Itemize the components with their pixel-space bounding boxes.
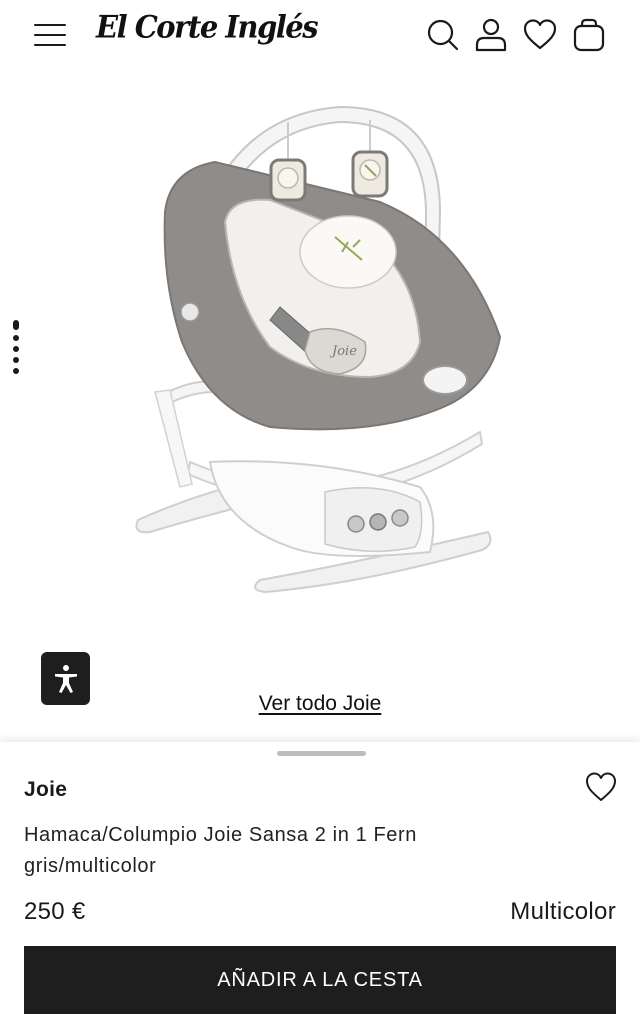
add-to-cart-button[interactable]: AÑADIR A LA CESTA bbox=[24, 946, 616, 1014]
product-price: 250 € bbox=[24, 898, 86, 925]
heart-icon[interactable] bbox=[522, 17, 558, 53]
product-title: Hamaca/Columpio Joie Sansa 2 in 1 Fern g… bbox=[24, 824, 417, 877]
favorite-heart-icon[interactable] bbox=[584, 770, 618, 804]
product-image[interactable]: Joie bbox=[120, 92, 520, 602]
bag-icon[interactable] bbox=[571, 17, 607, 53]
gallery-pagination-dots[interactable] bbox=[10, 320, 22, 380]
product-color: Multicolor bbox=[510, 898, 616, 925]
see-all-brand-link[interactable]: Ver todo Joie bbox=[0, 692, 640, 716]
header: El Corte Inglés bbox=[0, 0, 640, 72]
image-brand-text: Joie bbox=[329, 344, 357, 359]
search-icon[interactable] bbox=[425, 17, 461, 53]
menu-icon[interactable] bbox=[34, 24, 66, 48]
user-icon[interactable] bbox=[473, 17, 509, 53]
product-brand[interactable]: Joie bbox=[24, 778, 67, 802]
logo[interactable]: El Corte Inglés bbox=[96, 9, 319, 45]
accessibility-icon bbox=[54, 664, 77, 693]
product-info-sheet: Joie Hamaca/Columpio Joie Sansa 2 in 1 F… bbox=[0, 742, 640, 1014]
sheet-drag-handle[interactable] bbox=[277, 751, 366, 756]
